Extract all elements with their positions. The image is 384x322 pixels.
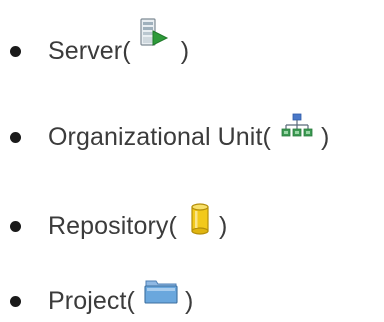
- project-label: Project: [48, 287, 127, 315]
- bullet: [10, 45, 21, 57]
- bullet: [10, 131, 21, 143]
- server-label: Server: [48, 37, 123, 65]
- server-icon: [138, 18, 174, 66]
- repository-icon: [184, 203, 212, 241]
- open-paren: (: [122, 37, 131, 65]
- list-item-label: Server ( ): [48, 18, 190, 66]
- organizational-unit-label: Organizational Unit: [48, 123, 263, 151]
- close-paren: ): [321, 123, 330, 151]
- bullet: [10, 295, 21, 307]
- bullet: [10, 220, 21, 232]
- close-paren: ): [219, 212, 228, 240]
- open-paren: (: [168, 212, 177, 240]
- repository-label: Repository: [48, 212, 169, 240]
- list-item-label: Project ( ): [48, 280, 194, 316]
- list-item-label: Repository ( ): [48, 203, 228, 241]
- project-icon: [142, 280, 178, 316]
- open-paren: (: [262, 123, 271, 151]
- organizational-unit-icon: [278, 113, 314, 152]
- list-item-label: Organizational Unit (): [48, 113, 330, 152]
- close-paren: ): [180, 37, 190, 65]
- open-paren: (: [126, 287, 135, 315]
- close-paren: ): [185, 287, 194, 315]
